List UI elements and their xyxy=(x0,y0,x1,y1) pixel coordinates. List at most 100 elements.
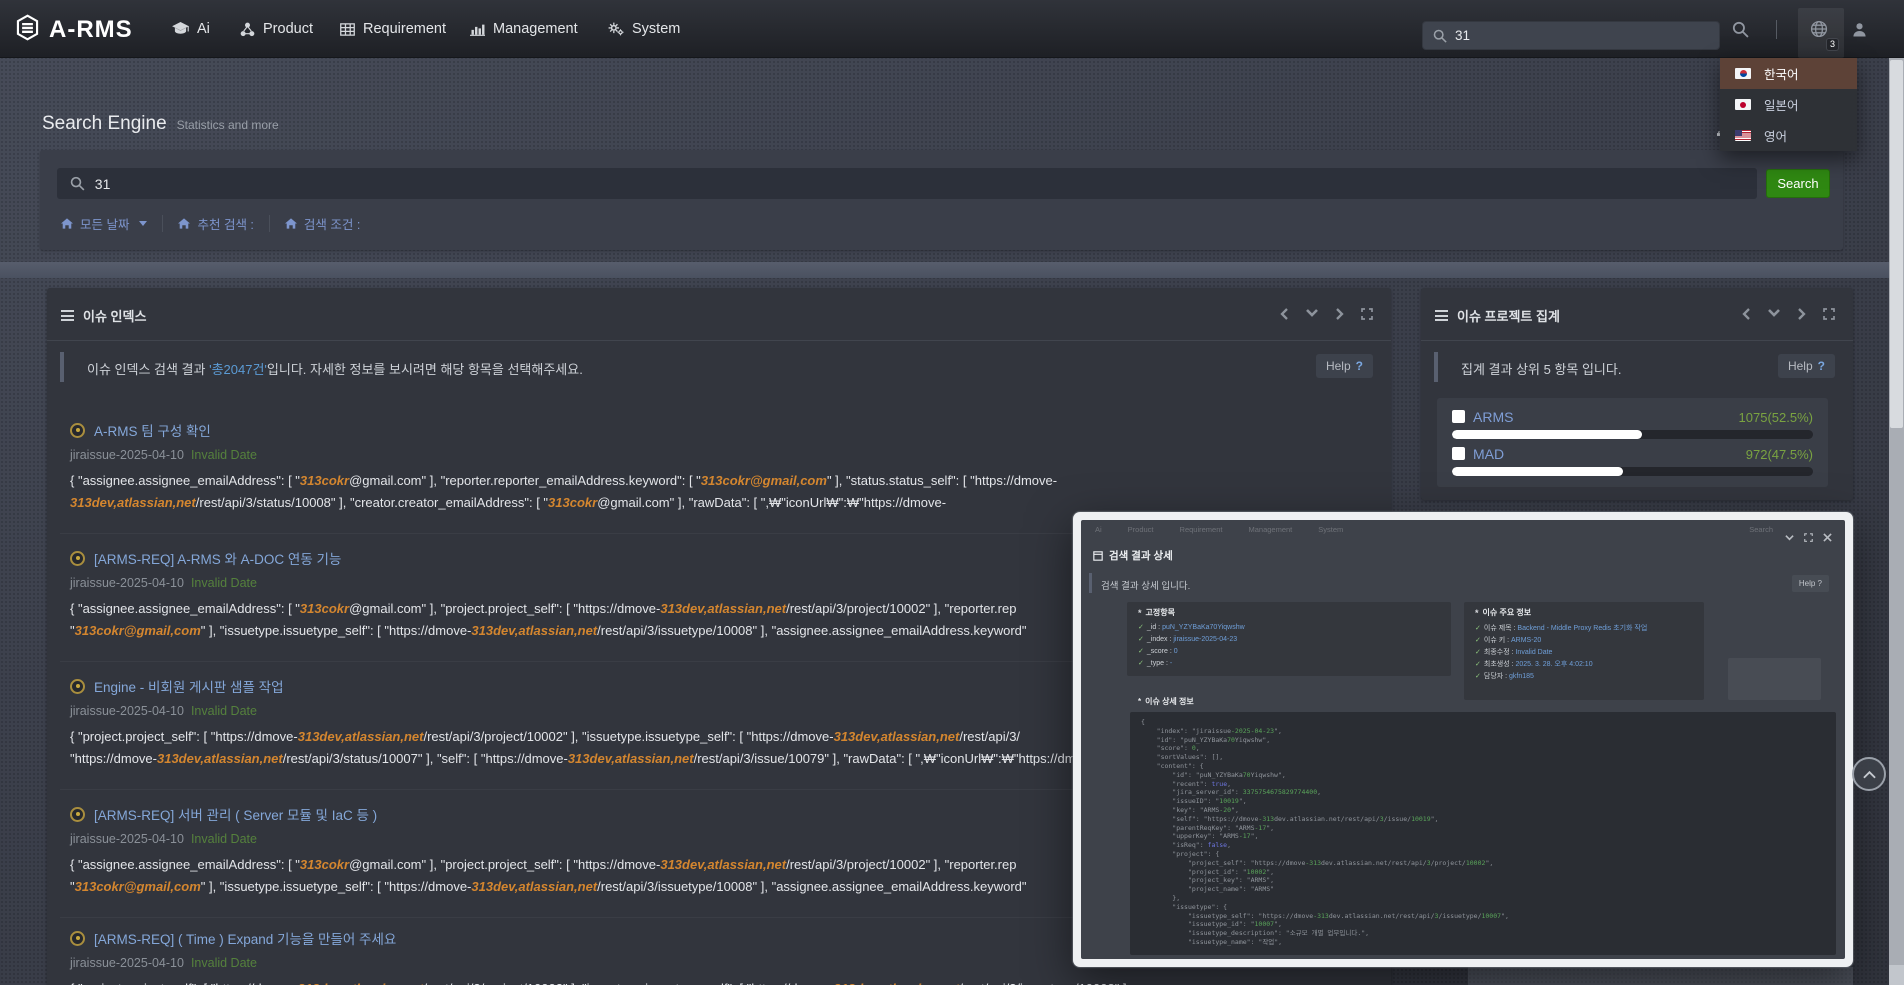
home-icon xyxy=(285,218,297,229)
nav-item-system[interactable]: System xyxy=(608,0,680,58)
expand-icon[interactable] xyxy=(1804,533,1813,542)
search-filter[interactable]: 추천 검색 : xyxy=(178,214,253,233)
language-label: 일본어 xyxy=(1764,95,1799,114)
bullet-icon: * xyxy=(1138,608,1142,618)
search-filter[interactable]: 검색 조건 : xyxy=(285,214,360,233)
filter-separator xyxy=(269,215,270,232)
nav-item-label: Requirement xyxy=(363,21,446,37)
nav-item-label: Management xyxy=(493,21,578,37)
scroll-to-top-button[interactable] xyxy=(1852,757,1886,791)
main-search-input[interactable] xyxy=(95,176,1744,192)
help-button[interactable]: Help ? xyxy=(1792,575,1829,592)
bullet-icon: * xyxy=(1138,697,1141,706)
issue-json-line: 313dev,atlassian,net/rest/api/3/status/1… xyxy=(70,494,1370,512)
language-option-kr[interactable]: 한국어 xyxy=(1720,58,1857,89)
progress-bar-track xyxy=(1452,467,1813,476)
chevron-down-icon[interactable] xyxy=(1306,308,1318,320)
search-filter[interactable]: 모든 날짜 xyxy=(61,214,147,233)
kr-flag-icon xyxy=(1735,68,1751,79)
ghost-nav-item: Ai xyxy=(1095,525,1102,534)
check-icon: ✓ xyxy=(1138,648,1144,655)
field-value: - xyxy=(1170,660,1172,667)
project-label[interactable]: ARMS xyxy=(1473,409,1513,425)
us-flag-icon xyxy=(1735,130,1751,141)
user-icon[interactable] xyxy=(1852,0,1867,58)
issue-type-icon xyxy=(70,931,85,946)
hamburger-icon xyxy=(61,310,74,321)
close-icon[interactable] xyxy=(1823,533,1832,542)
page-title: Search Engine Statistics and more xyxy=(42,113,279,135)
issue-meta: jiraissue-2025-04-10Invalid Date xyxy=(70,576,257,590)
scrollbar-corner xyxy=(1889,965,1904,985)
ghost-search-label: Search xyxy=(1749,525,1773,534)
checkbox[interactable] xyxy=(1452,447,1465,460)
nav-item-requirement[interactable]: Requirement xyxy=(340,0,446,58)
issue-detail-json-box: { "index": "jiraissue-2025-04-23", "id":… xyxy=(1130,712,1836,955)
chevron-down-icon[interactable] xyxy=(1768,308,1780,320)
check-icon: ✓ xyxy=(1475,661,1481,668)
issue-title-link[interactable]: [ARMS-REQ] ( Time ) Expand 기능을 만들어 주세요 xyxy=(70,928,396,948)
result-count-link[interactable]: '총2047건' xyxy=(209,362,267,377)
issue-title-link[interactable]: A-RMS 팀 구성 확인 xyxy=(70,420,211,440)
issue-title-link[interactable]: [ARMS-REQ] 서버 관리 ( Server 모듈 및 IaC 등 ) xyxy=(70,804,377,824)
nav-search-box xyxy=(1422,21,1720,50)
issue-title-text: [ARMS-REQ] 서버 관리 ( Server 모듈 및 IaC 등 ) xyxy=(94,804,377,824)
issue-meta: jiraissue-2025-04-10Invalid Date xyxy=(70,832,257,846)
field-label: 최초생성 : xyxy=(1484,661,1516,668)
scrollbar-thumb[interactable] xyxy=(1890,60,1903,428)
search-panel: Search 모든 날짜 추천 검색 : 검색 조건 : xyxy=(40,150,1843,250)
issue-meta: jiraissue-2025-04-10Invalid Date xyxy=(70,448,257,462)
issue-title-link[interactable]: Engine - 비회원 게시판 샘플 작업 xyxy=(70,676,284,696)
faint-overlay-box xyxy=(1728,658,1821,700)
check-icon: ✓ xyxy=(1475,625,1481,632)
expand-icon[interactable] xyxy=(1823,308,1835,320)
nav-item-label: Product xyxy=(263,21,313,37)
modal-message: 검색 결과 상세 입니다. xyxy=(1101,578,1190,592)
chevron-left-icon[interactable] xyxy=(1280,308,1289,320)
issue-type-icon xyxy=(70,551,85,566)
invalid-date-badge: Invalid Date xyxy=(191,832,257,846)
field-label: _score : xyxy=(1147,648,1174,655)
project-label[interactable]: MAD xyxy=(1473,446,1504,462)
chevron-right-icon[interactable] xyxy=(1335,308,1344,320)
invalid-date-badge: Invalid Date xyxy=(191,448,257,462)
language-option-jp[interactable]: 일본어 xyxy=(1720,89,1857,120)
help-button[interactable]: Help? xyxy=(1778,354,1835,378)
help-button[interactable]: Help? xyxy=(1316,354,1373,378)
search-submit-button[interactable]: Search xyxy=(1766,169,1830,198)
aggregate-row: MAD 972(47.5%) xyxy=(1452,446,1813,463)
field-value: gkfn185 xyxy=(1509,673,1534,680)
nav-item-product[interactable]: Product xyxy=(240,0,313,58)
nav-item-management[interactable]: Management xyxy=(470,0,578,58)
issue-json-line: { "project.project_self": [ "https://dmo… xyxy=(70,980,1370,985)
check-icon: ✓ xyxy=(1475,637,1481,644)
collapse-icon[interactable] xyxy=(1785,533,1794,542)
project-count-value: 972(47.5%) xyxy=(1746,447,1813,462)
field-value: puN_YZYBaKa70Yiqwshw xyxy=(1162,624,1245,631)
notification-badge: 3 xyxy=(1826,38,1839,51)
search-button-icon[interactable] xyxy=(1732,0,1749,58)
app-logo[interactable]: A-RMS xyxy=(14,14,133,46)
field-value: 2025. 3. 28. 오후 4:02:10 xyxy=(1515,661,1592,668)
field-row: ✓_type : - xyxy=(1138,659,1172,667)
issue-type-icon xyxy=(70,679,85,694)
page-scrollbar xyxy=(1889,58,1904,985)
chevron-left-icon[interactable] xyxy=(1742,308,1751,320)
issue-index-title: 이슈 인덱스 xyxy=(61,306,146,325)
project-count-value: 1075(52.5%) xyxy=(1739,410,1813,425)
aggregate-row: ARMS 1075(52.5%) xyxy=(1452,409,1813,426)
project-aggregate-panel: 이슈 프로젝트 집계 집계 결과 상위 5 항목 입니다. Help? ARMS… xyxy=(1421,288,1853,500)
chevron-right-icon[interactable] xyxy=(1797,308,1806,320)
nav-item-ai[interactable]: Ai xyxy=(172,0,210,58)
search-icon xyxy=(70,176,85,191)
ghost-nav-item: Requirement xyxy=(1180,525,1223,534)
caret-down-icon xyxy=(139,221,147,226)
language-option-us[interactable]: 영어 xyxy=(1720,120,1857,151)
field-row: ✓최초생성 : 2025. 3. 28. 오후 4:02:10 xyxy=(1475,659,1593,669)
field-row: ✓이슈 제목 : Backend - Middle Proxy Redis 초기… xyxy=(1475,623,1647,633)
expand-icon[interactable] xyxy=(1361,308,1373,320)
issue-title-link[interactable]: [ARMS-REQ] A-RMS 와 A-DOC 연동 기능 xyxy=(70,548,341,568)
filter-label: 추천 검색 : xyxy=(197,214,253,233)
nav-search-input[interactable] xyxy=(1455,28,1709,43)
checkbox[interactable] xyxy=(1452,410,1465,423)
